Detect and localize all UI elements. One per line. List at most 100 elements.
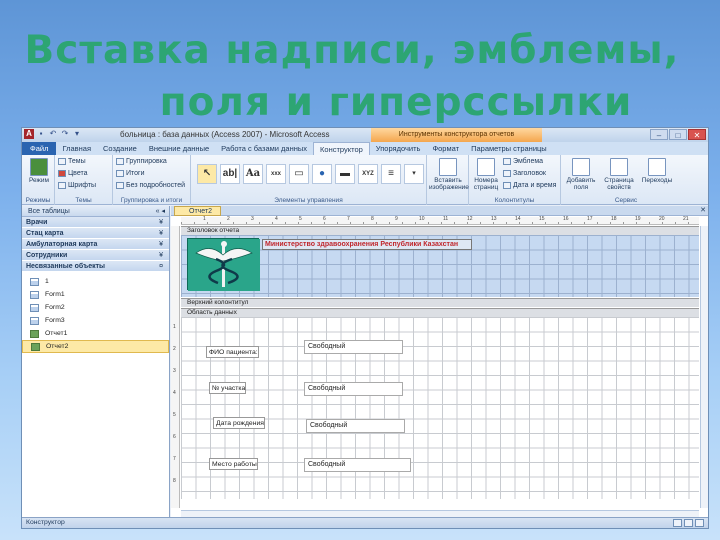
combo-tool[interactable]: ≡ — [381, 164, 401, 184]
label-birth-date[interactable]: Дата рождения — [213, 417, 265, 429]
status-text: Конструктор — [26, 519, 65, 526]
ruler-mark: 11 — [443, 216, 449, 222]
button-tool[interactable]: xxx — [266, 164, 286, 184]
nav-group-doctors[interactable]: Врачи ¥ — [22, 217, 169, 228]
expand-icon[interactable]: ¥ — [159, 239, 163, 250]
access-window: A ▪ ↶ ↷ ▾ больница : база данных (Access… — [21, 127, 709, 529]
tab-format[interactable]: Формат — [426, 142, 465, 155]
fonts-button[interactable]: Шрифты — [58, 182, 96, 189]
nav-group-inpatient-card[interactable]: Стац карта ¥ — [22, 228, 169, 239]
field-patient-name[interactable]: Свободный — [304, 340, 403, 354]
detail-area[interactable] — [181, 317, 699, 499]
view-button[interactable]: Режим — [26, 158, 52, 184]
section-page-header[interactable]: Верхний колонтитул — [181, 298, 699, 307]
select-pointer-icon[interactable]: ↖ — [197, 164, 217, 184]
label-workplace[interactable]: Место работы — [209, 458, 258, 470]
themes-button[interactable]: Темы — [58, 158, 86, 165]
field-workplace[interactable]: Свободный — [304, 458, 411, 472]
section-report-header[interactable]: Заголовок отчета — [181, 226, 699, 235]
textbox-tool[interactable]: ab| — [220, 164, 240, 184]
access-logo-icon[interactable]: A — [24, 129, 34, 139]
grouping-icon — [116, 158, 124, 165]
expand-icon[interactable]: ¥ — [159, 250, 163, 261]
expand-icon[interactable]: ¥ — [159, 217, 163, 228]
globe-icon[interactable]: ● — [312, 164, 332, 184]
ruler-mark: 6 — [323, 216, 326, 222]
nav-item-form3[interactable]: Form3 — [22, 314, 169, 327]
minimize-button[interactable]: – — [650, 129, 668, 140]
ruler-mark: 21 — [683, 216, 689, 222]
option-group-tool[interactable]: XYZ — [358, 164, 378, 184]
navigation-tool[interactable]: ▬ — [335, 164, 355, 184]
add-fields-button[interactable]: Добавить поля — [563, 158, 599, 191]
expand-icon[interactable]: ¥ — [159, 228, 163, 239]
tab-create[interactable]: Создание — [97, 142, 143, 155]
label-tool[interactable]: Aa — [243, 164, 263, 184]
group-image: Вставить изображение — [427, 155, 469, 205]
tab-arrange[interactable]: Упорядочить — [370, 142, 427, 155]
calendar-icon — [503, 182, 511, 189]
form-icon — [30, 316, 39, 325]
section-detail[interactable]: Область данных — [181, 308, 699, 317]
nav-header[interactable]: Все таблицы « ◂ — [22, 206, 169, 217]
tab-order-button[interactable]: Переходы — [639, 158, 675, 184]
label-district-number[interactable]: № участка — [209, 382, 247, 394]
tab-report2[interactable]: Отчет2 — [174, 206, 222, 216]
maximize-button[interactable]: □ — [669, 129, 687, 140]
tab-page-setup[interactable]: Параметры страницы — [465, 142, 553, 155]
redo-icon[interactable]: ↷ — [60, 129, 70, 139]
tab-external-data[interactable]: Внешние данные — [143, 142, 215, 155]
nav-group-outpatient-card[interactable]: Амбулаторная карта ¥ — [22, 239, 169, 250]
tab-design[interactable]: Конструктор — [313, 142, 370, 155]
totals-button[interactable]: Итоги — [116, 170, 145, 177]
property-sheet-button[interactable]: Страница свойств — [601, 158, 637, 191]
nav-item-form2[interactable]: Form2 — [22, 301, 169, 314]
page-numbers-button[interactable]: Номера страниц — [471, 158, 501, 191]
add-fields-icon — [572, 158, 590, 176]
group-tools-label: Сервис — [614, 197, 638, 204]
field-birth-date[interactable]: Свободный — [306, 419, 405, 433]
more-controls-icon[interactable]: ▾ — [404, 164, 424, 184]
report-header-label[interactable]: Министерство здравоохранения Республики … — [262, 239, 472, 250]
emblem-image[interactable] — [187, 238, 260, 291]
view-mode-icon[interactable] — [695, 519, 704, 527]
title-icon — [503, 170, 511, 177]
nav-group-staff[interactable]: Сотрудники ¥ — [22, 250, 169, 261]
close-button[interactable]: ✕ — [688, 129, 706, 140]
form-icon — [30, 303, 39, 312]
tab-control-tool[interactable]: ▭ — [289, 164, 309, 184]
window-title: больница : база данных (Access 2007) - M… — [120, 130, 330, 139]
nav-item-report2[interactable]: Отчет2 — [22, 340, 169, 353]
view-mode-icon[interactable] — [684, 519, 693, 527]
date-time-button[interactable]: Дата и время — [503, 182, 556, 189]
view-mode-icon[interactable] — [673, 519, 682, 527]
ruler-mark: 12 — [467, 216, 473, 222]
grouping-button[interactable]: Группировка — [116, 158, 167, 165]
save-icon[interactable]: ▪ — [36, 129, 46, 139]
label-patient-name[interactable]: ФИО пациента: — [206, 346, 259, 358]
ruler-mark: 16 — [563, 216, 569, 222]
tab-database-tools[interactable]: Работа с базами данных — [215, 142, 313, 155]
tab-file[interactable]: Файл — [22, 142, 57, 155]
nav-item-form1[interactable]: Form1 — [22, 288, 169, 301]
title-button[interactable]: Заголовок — [503, 170, 546, 177]
form-icon — [30, 277, 39, 286]
ruler-mark: 2 — [227, 216, 230, 222]
customize-icon[interactable]: ▾ — [72, 129, 82, 139]
nav-header-chevron-icon[interactable]: « ◂ — [156, 206, 165, 217]
hide-details-button[interactable]: Без подробностей — [116, 182, 185, 189]
collapse-icon[interactable]: ¤ — [159, 261, 163, 272]
field-district-number[interactable]: Свободный — [304, 382, 403, 396]
nav-group-unrelated-objects[interactable]: Несвязанные объекты ¤ — [22, 261, 169, 272]
ruler-mark: 7 — [173, 456, 176, 462]
undo-icon[interactable]: ↶ — [48, 129, 58, 139]
nav-item-1[interactable]: 1 — [22, 275, 169, 288]
vertical-scrollbar[interactable] — [700, 226, 708, 508]
emblem-button[interactable]: Эмблема — [503, 158, 543, 165]
insert-image-button[interactable]: Вставить изображение — [429, 158, 469, 191]
nav-item-report1[interactable]: Отчет1 — [22, 327, 169, 340]
close-document-icon[interactable]: ✕ — [700, 206, 706, 214]
ruler-mark: 4 — [173, 390, 176, 396]
colors-button[interactable]: Цвета — [58, 170, 88, 177]
tab-home[interactable]: Главная — [56, 142, 97, 155]
